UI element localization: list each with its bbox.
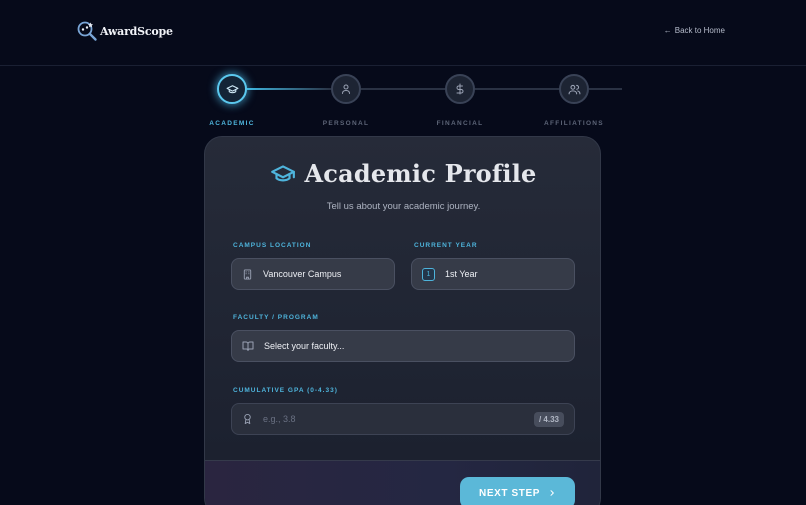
top-header: AwardScope ← Back to Home <box>0 0 806 66</box>
gpa-label: CUMULATIVE GPA (0-4.33) <box>233 387 338 394</box>
dollar-icon <box>456 83 464 95</box>
step-connector <box>361 88 445 90</box>
step-label-financial: FINANCIAL <box>436 120 484 127</box>
campus-location-value: Vancouver Campus <box>263 269 342 279</box>
back-to-home-link[interactable]: ← Back to Home <box>664 26 725 35</box>
logo-text: AwardScope <box>100 24 173 38</box>
step-financial[interactable] <box>445 74 475 104</box>
users-icon <box>568 84 580 94</box>
academic-profile-card: Academic Profile Tell us about your acad… <box>204 136 601 505</box>
gpa-field[interactable]: / 4.33 <box>231 403 575 435</box>
next-step-button[interactable]: NEXT STEP <box>460 477 575 505</box>
current-year-label: CURRENT YEAR <box>414 242 478 249</box>
step-label-academic: ACADEMIC <box>209 120 255 127</box>
gpa-max-badge: / 4.33 <box>533 412 564 427</box>
chevron-right-icon <box>550 490 554 496</box>
card-title-row: Academic Profile <box>205 159 600 188</box>
step-connector <box>475 88 559 90</box>
step-connector <box>247 88 331 90</box>
step-label-personal: PERSONAL <box>322 120 370 127</box>
card-subtitle: Tell us about your academic journey. <box>326 201 481 212</box>
current-year-value: 1st Year <box>445 269 478 279</box>
step-connector <box>589 88 622 90</box>
logo[interactable]: AwardScope <box>76 20 173 42</box>
user-icon <box>342 84 350 94</box>
back-link-label: Back to Home <box>674 26 725 35</box>
campus-location-label: CAMPUS LOCATION <box>233 242 312 249</box>
step-affiliations[interactable] <box>559 74 589 104</box>
card-title: Academic Profile <box>304 159 537 188</box>
book-icon <box>242 341 254 351</box>
step-academic[interactable] <box>217 74 247 104</box>
card-footer: NEXT STEP <box>205 460 600 505</box>
graduation-cap-icon <box>226 84 238 93</box>
current-year-select[interactable]: 1 1st Year <box>411 258 575 290</box>
step-personal[interactable] <box>331 74 361 104</box>
graduation-cap-icon <box>271 164 296 181</box>
year-number-badge: 1 <box>422 267 435 281</box>
faculty-program-label: FACULTY / PROGRAM <box>233 314 319 321</box>
step-label-affiliations: AFFILIATIONS <box>544 120 604 127</box>
next-step-label: NEXT STEP <box>479 487 540 499</box>
magnifier-logo-icon <box>77 21 97 41</box>
faculty-program-value: Select your faculty... <box>264 341 345 351</box>
award-icon <box>244 413 251 425</box>
arrow-left-icon: ← <box>663 26 672 35</box>
campus-location-select[interactable]: Vancouver Campus <box>231 258 395 290</box>
gpa-input[interactable] <box>263 414 513 424</box>
building-icon <box>243 268 252 280</box>
faculty-program-select[interactable]: Select your faculty... <box>231 330 575 362</box>
progress-stepper: ACADEMIC PERSONAL FINANCIAL AFFILIATIONS <box>0 70 806 132</box>
